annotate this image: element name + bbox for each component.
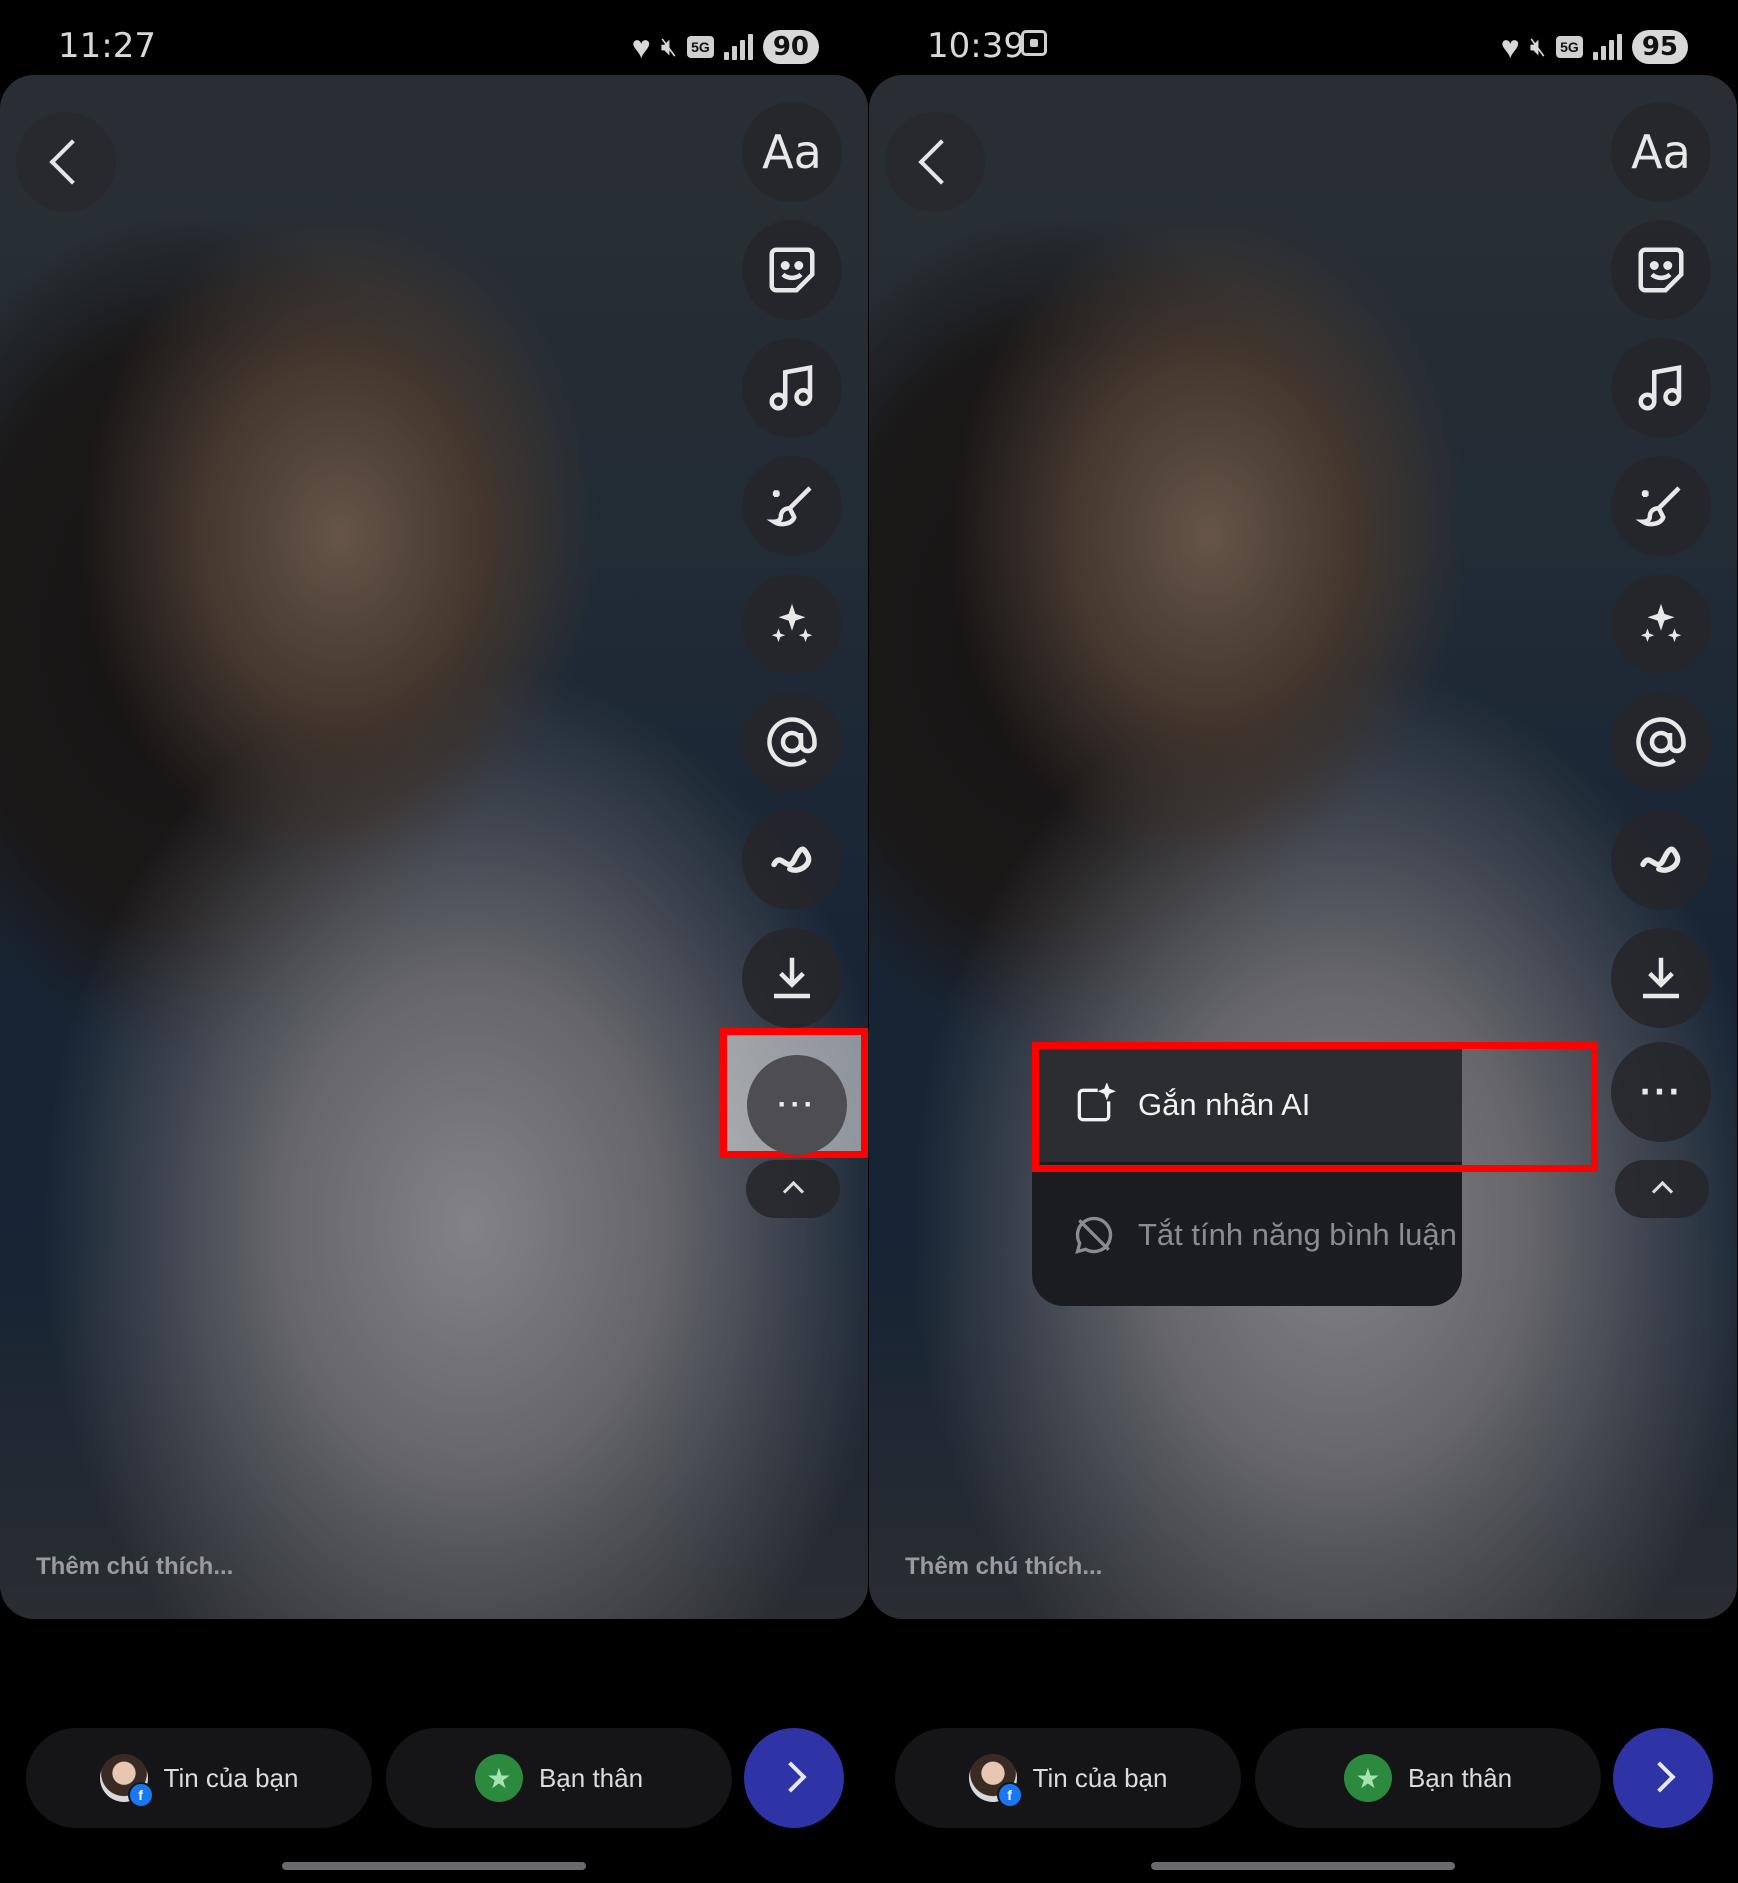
home-indicator [282, 1862, 586, 1870]
draw-icon [1635, 486, 1681, 527]
disable-comments-text: Tắt tính năng bình luận [1138, 1217, 1457, 1252]
download-icon [1643, 957, 1679, 999]
back-button[interactable] [885, 112, 985, 212]
more-button[interactable]: ··· [747, 1055, 847, 1155]
more-icon: ··· [1639, 1074, 1683, 1110]
effects-icon [771, 603, 813, 642]
facebook-icon: f [996, 1782, 1023, 1808]
draw-button[interactable] [742, 456, 842, 556]
sticker-icon [769, 247, 815, 293]
heart-icon: ♥ [1500, 29, 1520, 65]
your-story-button[interactable]: f Tin của bạn [895, 1728, 1241, 1828]
music-button[interactable] [1611, 338, 1711, 438]
text-icon: Aa [762, 125, 822, 179]
music-icon [769, 365, 813, 411]
music-button[interactable] [742, 338, 842, 438]
next-button[interactable] [1613, 1728, 1713, 1828]
avatar: f [968, 1754, 1023, 1808]
your-story-label: Tin của bạn [1032, 1762, 1168, 1793]
collapse-tools-button[interactable] [746, 1160, 840, 1218]
music-icon [1638, 365, 1682, 411]
effects-icon [1640, 603, 1682, 642]
more-button[interactable]: ··· [1611, 1042, 1711, 1142]
back-button[interactable] [16, 112, 116, 212]
close-friends-button[interactable]: ★ Bạn thân [386, 1728, 732, 1828]
text-tool-button[interactable]: Aa [742, 102, 842, 202]
network-type: 5G [1556, 36, 1583, 58]
your-story-label: Tin của bạn [163, 1762, 299, 1793]
squiggle-icon [771, 846, 812, 873]
sticker-icon [1638, 247, 1684, 293]
download-button[interactable] [1611, 928, 1711, 1028]
ai-label-highlight [1032, 1042, 1598, 1172]
mention-button[interactable] [742, 692, 842, 792]
more-icon: ··· [777, 1088, 817, 1121]
home-indicator [1151, 1862, 1455, 1870]
system-icons: ♥ 🔇︎ 5G 90 [632, 28, 819, 66]
close-friends-label: Bạn thân [538, 1762, 644, 1793]
next-button[interactable] [744, 1728, 844, 1828]
share-bar: f Tin của bạn ★ Bạn thân [0, 1728, 869, 1828]
close-friends-label: Bạn thân [1407, 1762, 1513, 1793]
network-type: 5G [687, 36, 714, 58]
story-photo [0, 75, 868, 1619]
sticker-button[interactable] [742, 220, 842, 320]
close-friends-button[interactable]: ★ Bạn thân [1255, 1728, 1601, 1828]
mention-icon [767, 717, 817, 767]
effects-button[interactable] [1611, 574, 1711, 674]
mute-icon: 🔇︎ [1529, 31, 1547, 61]
comments-off-icon [1075, 1216, 1113, 1254]
star-icon: ★ [474, 1754, 523, 1802]
star-icon: ★ [1343, 1754, 1392, 1802]
mute-icon: 🔇︎ [660, 31, 678, 61]
left-screen: 11:27 ♥ 🔇︎ 5G 90 Aa ··· Thêm chú thích..… [0, 0, 869, 1883]
text-icon: Aa [1631, 125, 1691, 179]
story-photo [869, 75, 1737, 1619]
squiggle-button[interactable] [742, 810, 842, 910]
draw-button[interactable] [1611, 456, 1711, 556]
caption-input[interactable]: Thêm chú thích... [36, 1553, 233, 1581]
text-tool-button[interactable]: Aa [1611, 102, 1711, 202]
battery-level: 95 [1631, 30, 1688, 64]
effects-button[interactable] [742, 574, 842, 674]
download-button[interactable] [742, 928, 842, 1028]
mention-icon [1636, 717, 1686, 767]
screenshot-icon [1021, 30, 1047, 56]
share-bar: f Tin của bạn ★ Bạn thân [869, 1728, 1738, 1828]
facebook-icon: f [127, 1782, 154, 1808]
draw-icon [766, 486, 812, 527]
squiggle-button[interactable] [1611, 810, 1711, 910]
sticker-button[interactable] [1611, 220, 1711, 320]
mention-button[interactable] [1611, 692, 1711, 792]
squiggle-icon [1640, 846, 1681, 873]
heart-icon: ♥ [631, 29, 651, 65]
signal-icon [723, 34, 753, 60]
caption-input[interactable]: Thêm chú thích... [905, 1553, 1102, 1581]
system-icons: ♥ 🔇︎ 5G 95 [1501, 28, 1688, 66]
status-time: 11:27 [58, 26, 156, 66]
collapse-tools-button[interactable] [1615, 1160, 1709, 1218]
more-button-highlight: ··· [720, 1028, 868, 1158]
your-story-button[interactable]: f Tin của bạn [26, 1728, 372, 1828]
download-icon [774, 957, 810, 999]
right-screen: 10:39 ♥ 🔇︎ 5G 95 Aa ··· Gắn nhãn AI Tắt … [869, 0, 1738, 1883]
avatar: f [99, 1754, 154, 1808]
battery-level: 90 [762, 30, 819, 64]
disable-comments-menu-item[interactable]: Tắt tính năng bình luận [1032, 1180, 1462, 1290]
status-time: 10:39 [927, 26, 1025, 66]
signal-icon [1592, 34, 1622, 60]
